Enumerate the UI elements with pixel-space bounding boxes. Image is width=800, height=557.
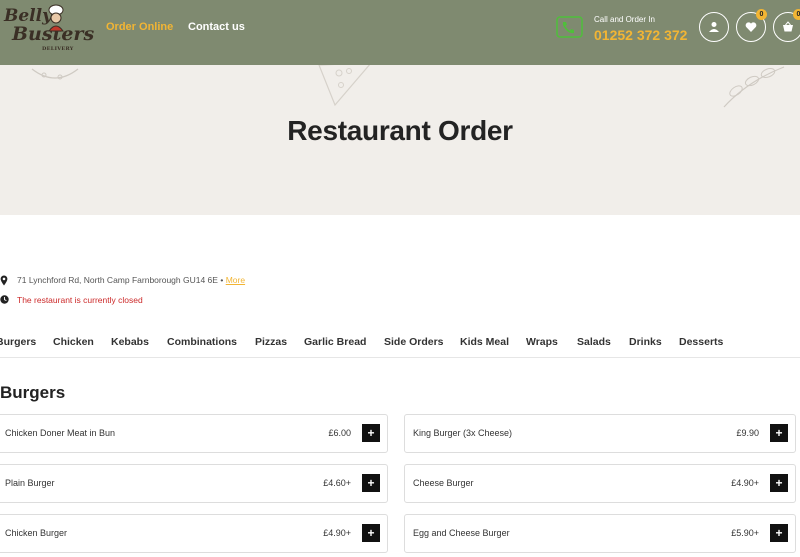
- menu-item-card[interactable]: Egg and Cheese Burger £5.90+ +: [404, 514, 796, 553]
- add-to-cart-button[interactable]: +: [770, 474, 788, 492]
- category-tab-kids-meal[interactable]: Kids Meal: [460, 336, 509, 348]
- menu-item-name: Egg and Cheese Burger: [413, 528, 510, 538]
- address-separator: •: [220, 275, 224, 285]
- category-tab-chicken[interactable]: Chicken: [53, 336, 94, 348]
- menu-item-name: Chicken Doner Meat in Bun: [5, 428, 116, 438]
- nav-contact-us[interactable]: Contact us: [188, 21, 245, 33]
- category-tab-pizzas[interactable]: Pizzas: [255, 336, 287, 348]
- category-tabs: Burgers Chicken Kebabs Combinations Pizz…: [0, 336, 800, 358]
- section-title: Burgers: [0, 383, 66, 402]
- menu-item-name: Cheese Burger: [413, 478, 474, 488]
- menu-item-card[interactable]: Chicken Burger £4.90+ +: [0, 514, 388, 553]
- menu-item-card[interactable]: Cheese Burger £4.90+ +: [404, 464, 796, 503]
- menu-item-price: £4.60+: [323, 478, 351, 488]
- add-to-cart-button[interactable]: +: [770, 524, 788, 542]
- location-pin-icon: [0, 275, 8, 286]
- category-tab-garlic-bread[interactable]: Garlic Bread: [304, 336, 366, 348]
- call-label: Call and Order In: [594, 15, 655, 24]
- category-tab-drinks[interactable]: Drinks: [629, 336, 662, 348]
- basket-icon: [783, 21, 793, 32]
- category-tab-side-orders[interactable]: Side Orders: [384, 336, 444, 348]
- add-to-cart-button[interactable]: +: [362, 424, 380, 442]
- site-header: Belly Busters DELIVERY Order Online Cont…: [0, 0, 800, 65]
- category-tab-combinations[interactable]: Combinations: [167, 336, 237, 348]
- category-tab-desserts[interactable]: Desserts: [679, 336, 723, 348]
- menu-item-price: £5.90+: [731, 528, 759, 538]
- category-tab-burgers[interactable]: Burgers: [0, 336, 36, 348]
- menu-item-name: Chicken Burger: [5, 528, 68, 538]
- phone-icon: [556, 16, 583, 38]
- menu-item-name: Plain Burger: [5, 478, 55, 488]
- category-tab-salads[interactable]: Salads: [577, 336, 611, 348]
- pizza-slice-doodle-icon: [318, 65, 371, 107]
- menu-item-price: £4.90+: [731, 478, 759, 488]
- nav-order-online[interactable]: Order Online: [106, 21, 173, 33]
- menu-item-price: £6.00: [328, 428, 351, 438]
- belly-busters-logo[interactable]: Belly Busters DELIVERY: [2, 4, 94, 60]
- restaurant-status: The restaurant is currently closed: [17, 295, 143, 305]
- account-button[interactable]: [699, 12, 729, 42]
- add-to-cart-button[interactable]: +: [770, 424, 788, 442]
- cart-button[interactable]: 0: [773, 9, 800, 42]
- add-to-cart-button[interactable]: +: [362, 474, 380, 492]
- phone-number[interactable]: 01252 372 372: [594, 27, 687, 43]
- add-to-cart-button[interactable]: +: [362, 524, 380, 542]
- cart-count-badge: 0: [793, 9, 800, 20]
- restaurant-address: 71 Lynchford Rd, North Camp Farnborough …: [17, 275, 218, 285]
- food-doodle-icon: [31, 68, 79, 80]
- menu-item-card[interactable]: King Burger (3x Cheese) £9.90 +: [404, 414, 796, 453]
- herb-leaf-doodle-icon: [723, 66, 785, 108]
- menu-item-card[interactable]: Plain Burger £4.60+ +: [0, 464, 388, 503]
- heart-icon: [745, 22, 757, 32]
- menu-item-price: £4.90+: [323, 528, 351, 538]
- user-icon: [709, 22, 719, 32]
- page-title: Restaurant Order: [287, 115, 513, 146]
- menu-item-name: King Burger (3x Cheese): [413, 428, 513, 438]
- page-hero: Restaurant Order: [0, 65, 800, 215]
- more-info-link[interactable]: More: [226, 275, 245, 285]
- menu-item-price: £9.90: [736, 428, 759, 438]
- chef-mascot-icon: [48, 4, 64, 32]
- logo-line-3: DELIVERY: [42, 46, 74, 52]
- favorites-count-badge: 0: [756, 9, 767, 20]
- favorites-button[interactable]: 0: [736, 9, 767, 42]
- menu-item-card[interactable]: Chicken Doner Meat in Bun £6.00 +: [0, 414, 388, 453]
- clock-icon: [0, 295, 9, 304]
- category-tab-kebabs[interactable]: Kebabs: [111, 336, 149, 348]
- category-tab-wraps[interactable]: Wraps: [526, 336, 558, 348]
